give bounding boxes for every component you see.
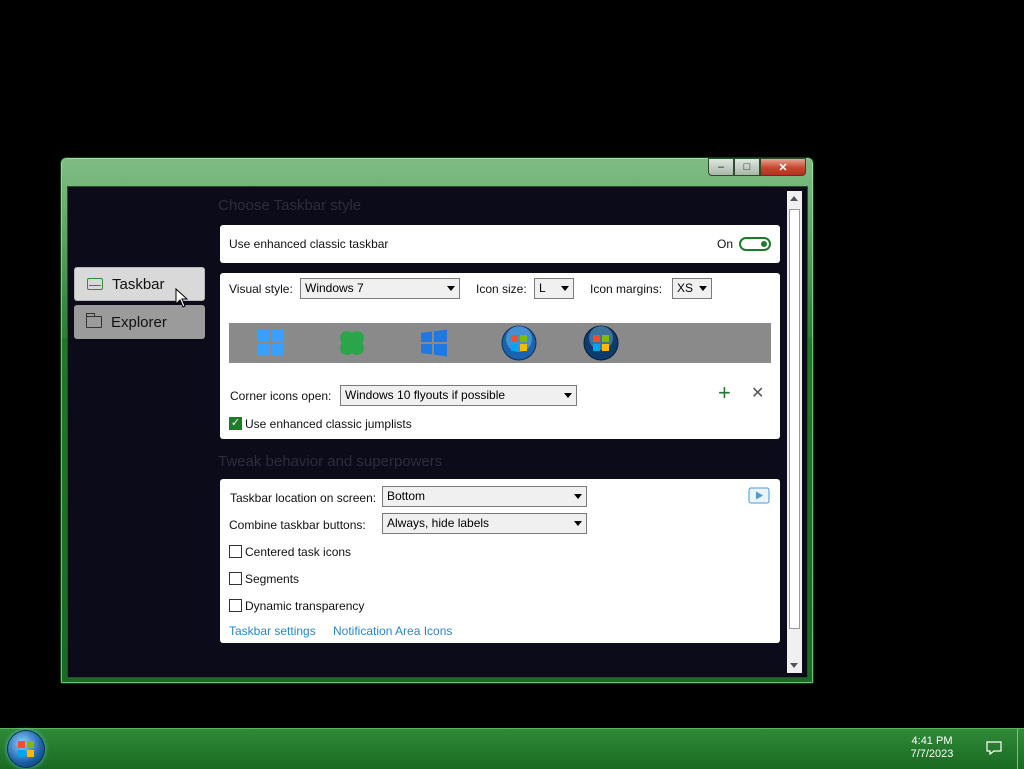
sidebar-item-label: Explorer [111, 313, 167, 331]
segments-checkbox[interactable] [229, 572, 242, 585]
caption-buttons: – □ ✕ [708, 158, 806, 176]
combine-select[interactable]: Always, hide labels [382, 513, 587, 534]
corner-icons-label: Corner icons open: [230, 389, 332, 403]
icon-margins-label: Icon margins: [590, 282, 663, 296]
chevron-down-icon [564, 393, 572, 398]
app-window: – □ ✕ Taskbar Explorer Choose Taskbar st… [60, 157, 814, 684]
section-title-style: Choose Taskbar style [218, 197, 362, 214]
desktop-taskbar: 4:41 PM 7/7/2023 [0, 728, 1024, 769]
jumplists-label: Use enhanced classic jumplists [245, 417, 412, 431]
tweak-options-card: Taskbar location on screen: Bottom Combi… [220, 479, 780, 643]
add-icon[interactable]: + [718, 382, 731, 404]
windows-logo-icon [18, 741, 34, 757]
location-value: Bottom [387, 489, 426, 503]
icon-size-label: Icon size: [476, 282, 527, 296]
visual-style-value: Windows 7 [305, 281, 364, 295]
visual-style-label: Visual style: [229, 282, 293, 296]
section-title-tweak: Tweak behavior and superpowers [218, 453, 443, 470]
location-label: Taskbar location on screen: [230, 491, 377, 505]
minimize-button[interactable]: – [708, 158, 734, 176]
enhanced-taskbar-label: Use enhanced classic taskbar [229, 237, 389, 251]
toggle-state-label: On [717, 237, 734, 251]
clock-date: 7/7/2023 [910, 748, 954, 760]
maximize-icon: □ [743, 161, 751, 173]
chevron-down-icon [574, 494, 582, 499]
notification-icons-link[interactable]: Notification Area Icons [333, 624, 452, 638]
minimize-icon: – [717, 161, 725, 173]
enhanced-taskbar-toggle[interactable] [739, 237, 771, 251]
corner-icons-select[interactable]: Windows 10 flyouts if possible [340, 385, 577, 406]
centered-icons-label: Centered task icons [245, 545, 352, 559]
enhanced-taskbar-card: Use enhanced classic taskbar On [220, 225, 780, 263]
clover-icon[interactable] [337, 328, 367, 358]
maximize-button[interactable]: □ [734, 158, 760, 176]
notification-center-icon[interactable] [986, 741, 1002, 755]
visual-style-select[interactable]: Windows 7 [300, 278, 460, 299]
chevron-down-icon [447, 286, 455, 291]
jumplists-checkbox[interactable]: ✓ [229, 417, 242, 430]
corner-icons-value: Windows 10 flyouts if possible [345, 388, 506, 402]
remove-icon[interactable]: ✕ [751, 385, 764, 403]
windows-vista-orb-icon[interactable] [583, 325, 619, 361]
chevron-down-icon [699, 286, 707, 291]
scroll-down-icon[interactable] [790, 663, 798, 668]
combine-value: Always, hide labels [387, 516, 490, 530]
combine-label: Combine taskbar buttons: [229, 518, 366, 532]
transparency-label: Dynamic transparency [245, 599, 365, 613]
taskbar-settings-link[interactable]: Taskbar settings [229, 624, 316, 638]
clock-time: 4:41 PM [911, 735, 953, 747]
location-select[interactable]: Bottom [382, 486, 587, 507]
sidebar-item-explorer[interactable]: Explorer [74, 305, 205, 339]
vertical-scrollbar[interactable] [787, 191, 802, 673]
folder-icon [86, 313, 102, 328]
taskbar-icon [87, 278, 103, 290]
windows-7-orb-icon[interactable] [501, 325, 537, 361]
sidebar-item-label: Taskbar [112, 275, 165, 293]
toggle-knob [761, 241, 767, 247]
scroll-up-icon[interactable] [790, 196, 798, 201]
system-clock[interactable]: 4:41 PM 7/7/2023 [902, 735, 962, 761]
start-orb-button[interactable] [8, 731, 44, 767]
style-options-card: Visual style: Windows 7 Icon size: L Ico… [220, 273, 780, 439]
segments-label: Segments [245, 572, 300, 586]
close-icon: ✕ [778, 161, 788, 174]
chevron-down-icon [561, 286, 569, 291]
centered-icons-checkbox[interactable] [229, 545, 242, 558]
mouse-cursor-icon [175, 288, 188, 308]
scrollbar-thumb[interactable] [789, 209, 800, 629]
icon-size-select[interactable]: L [534, 278, 574, 299]
icon-size-value: L [539, 281, 546, 295]
chevron-down-icon [574, 521, 582, 526]
windows-11-start-icon[interactable] [255, 328, 285, 358]
transparency-checkbox[interactable] [229, 599, 242, 612]
start-button-preview [229, 323, 771, 363]
show-desktop-button[interactable] [1017, 729, 1024, 769]
icon-margins-select[interactable]: XS [672, 278, 712, 299]
close-button[interactable]: ✕ [760, 158, 806, 176]
windows-10-start-icon[interactable] [419, 328, 449, 358]
video-play-icon[interactable] [748, 487, 770, 504]
icon-margins-value: XS [677, 281, 694, 295]
client-area: Taskbar Explorer Choose Taskbar style Us… [67, 186, 808, 678]
